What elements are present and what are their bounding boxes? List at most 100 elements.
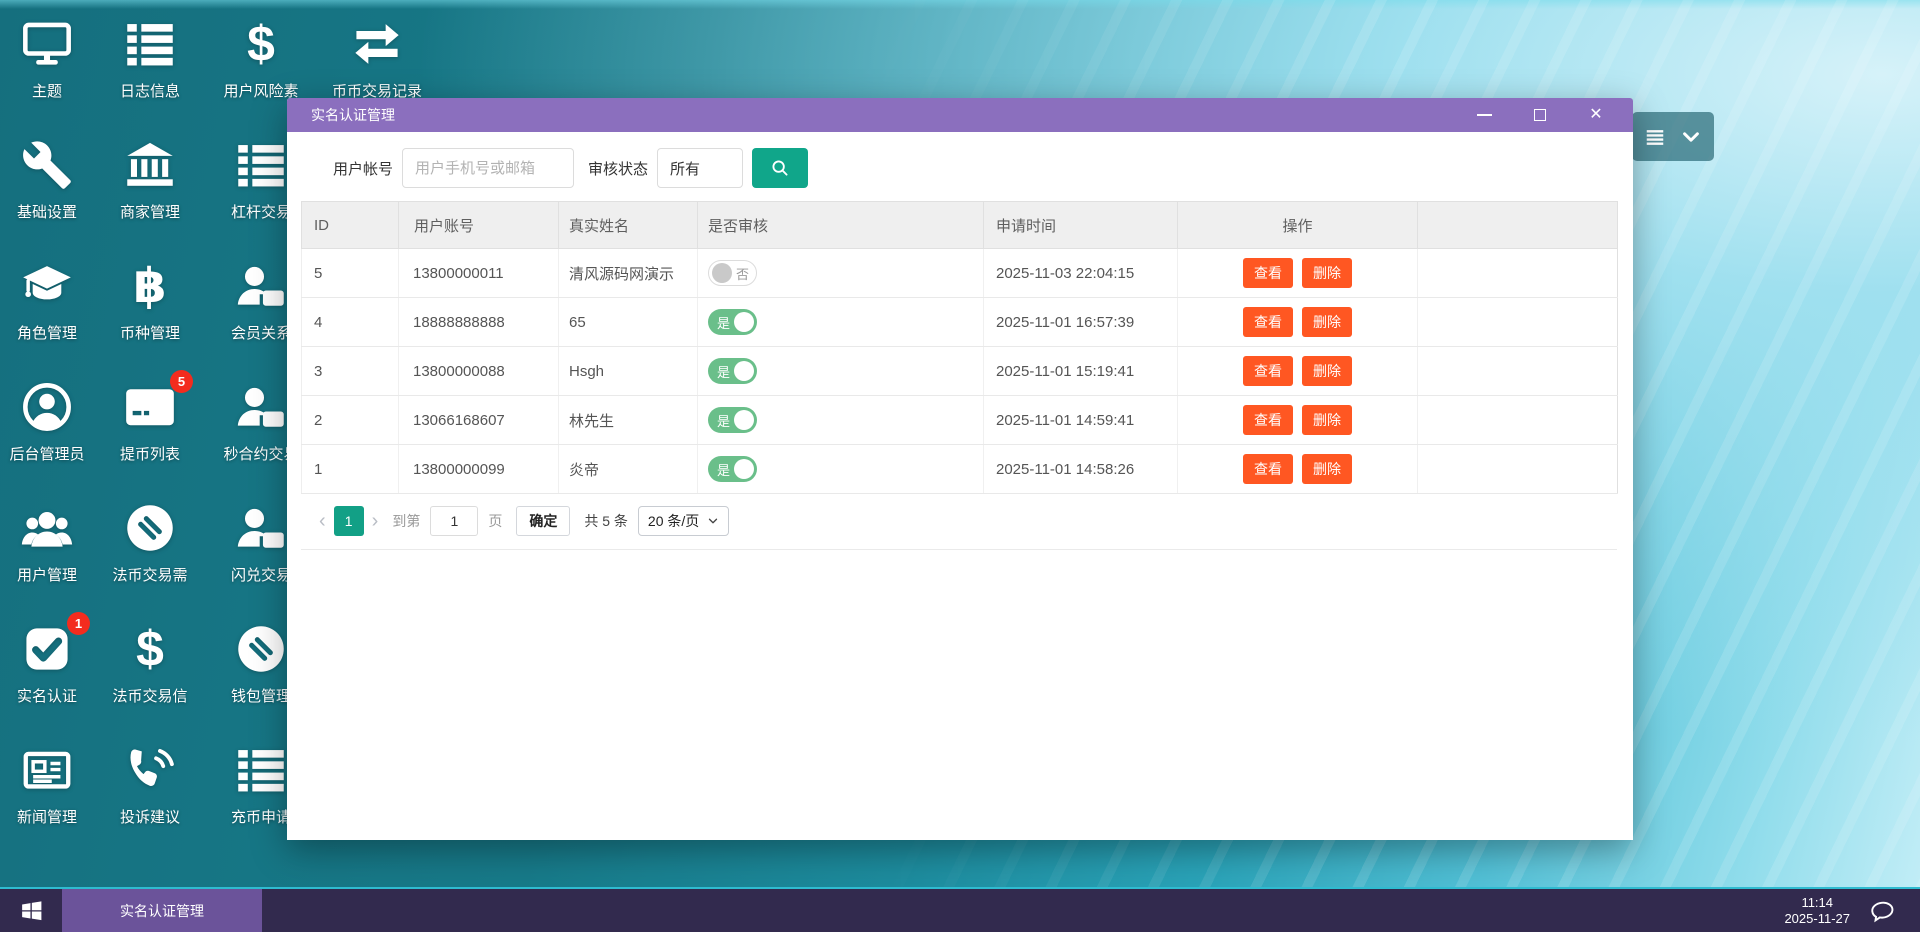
icon-label: 实名认证 [16,688,77,705]
wrench-icon [21,139,73,191]
desktop-icon-basic-settings[interactable]: 基础设置 [0,131,94,252]
start-button[interactable] [0,889,62,932]
desktop-icon-realname-auth[interactable]: 1 实名认证 [0,612,94,736]
view-button[interactable]: 查看 [1243,258,1293,288]
page-size-select[interactable]: 20 条/页 [637,506,730,536]
clock-time: 11:14 [1801,894,1834,910]
close-button[interactable]: ✕ [1585,104,1607,126]
chevron-down-icon [707,515,719,527]
cell-spacer [1417,346,1618,396]
monitor-icon [21,18,73,70]
cell-time: 2025-11-01 15:19:41 [983,346,1178,396]
chevron-down-icon[interactable] [1680,126,1702,148]
page-size-value: 20 条/页 [647,513,700,529]
icon-label: 主题 [31,83,62,100]
cell-account: 13800000099 [398,444,559,494]
view-button[interactable]: 查看 [1243,356,1293,386]
icon-label: 角色管理 [16,325,77,342]
maximize-button[interactable] [1529,104,1551,126]
coin-circle-icon [124,502,176,554]
desktop-icon-merchant[interactable]: 商家管理 [94,131,206,252]
audit-toggle[interactable]: 否 [708,260,757,286]
minimize-button[interactable] [1473,104,1495,126]
prev-page-button[interactable]: ‹ [311,511,334,531]
clock-date: 2025-11-27 [1784,910,1850,926]
delete-button[interactable]: 删除 [1302,307,1352,337]
cell-spacer [1417,248,1618,298]
cell-account: 13066168607 [398,395,559,445]
icon-label: 新闻管理 [16,809,77,826]
search-button[interactable] [752,148,809,188]
desktop-icon-withdrawals[interactable]: 5 提币列表 [94,370,206,494]
cell-id: 2 [301,395,399,445]
window-titlebar[interactable]: 实名认证管理 ✕ [287,98,1633,132]
cell-account: 18888888888 [398,297,559,347]
cell-time: 2025-11-01 14:58:26 [983,444,1178,494]
icon-label: 法币交易需 [112,567,188,584]
desktop-icon-roles[interactable]: 角色管理 [0,252,94,373]
goto-suffix-label: 页 [488,513,503,529]
user-card-icon [235,381,287,433]
desktop-icon-fiat-trust[interactable]: 法币交易信 [94,615,206,736]
desktop-icon-users[interactable]: 用户管理 [0,494,94,615]
account-input[interactable] [402,148,575,188]
pagination-bar: ‹ 1 › 到第 页 确定 共 5 条 20 条/页 [301,494,1617,550]
view-button[interactable]: 查看 [1243,454,1293,484]
menu-icon[interactable] [1644,126,1666,148]
search-icon [769,157,791,179]
header-name: 真实姓名 [558,201,698,249]
view-button[interactable]: 查看 [1243,405,1293,435]
desktop-icon-news[interactable]: 新闻管理 [0,736,94,857]
confirm-page-button[interactable]: 确定 [516,506,571,536]
audit-toggle[interactable]: 是 [708,407,757,433]
bitcoin-icon [124,260,176,312]
desktop-icon-fiat-demand[interactable]: 法币交易需 [94,494,206,615]
desktop-icon-admins[interactable]: 后台管理员 [0,373,94,494]
icon-label: 钱包管理 [230,688,291,705]
delete-button[interactable]: 删除 [1302,405,1352,435]
auth-table: ID 用户账号 真实姓名 是否审核 申请时间 操作 5 13800000011 … [301,201,1618,494]
icon-label: 充币申请 [230,809,291,826]
newspaper-icon [21,744,73,796]
credit-card-icon [124,381,176,433]
quick-panel [1632,112,1714,161]
chat-bubble-icon[interactable] [1868,897,1898,927]
icon-label: 基础设置 [16,204,77,221]
delete-button[interactable]: 删除 [1302,258,1352,288]
icon-label: 投诉建议 [119,809,180,826]
desktop-icon-complaints[interactable]: 投诉建议 [94,736,206,857]
audit-toggle[interactable]: 是 [708,358,757,384]
next-page-button[interactable]: › [364,511,387,531]
dollar-icon [235,18,287,70]
current-page-button[interactable]: 1 [333,506,364,536]
cell-name: 林先生 [558,395,698,445]
desktop-icon-logs[interactable]: 日志信息 [94,10,206,131]
user-card-icon [235,502,287,554]
desktop-icon-theme[interactable]: 主题 [0,10,94,131]
desktop-icon-coins[interactable]: 币种管理 [94,252,206,373]
audit-toggle[interactable]: 是 [708,309,757,335]
goto-prefix-label: 到第 [392,513,421,529]
delete-button[interactable]: 删除 [1302,454,1352,484]
taskbar-item-realname-auth[interactable]: 实名认证管理 [62,889,262,932]
goto-page-input[interactable] [430,506,479,536]
status-select[interactable] [657,148,744,188]
list-icon [235,744,287,796]
cell-name: 炎帝 [558,444,698,494]
cell-time: 2025-11-01 16:57:39 [983,297,1178,347]
cell-id: 1 [301,444,399,494]
desktop: 主题 日志信息 用户风险素 币币交易记录 基础设置 商家管理 杠杆交易 角色管理… [0,0,1920,932]
view-button[interactable]: 查看 [1243,307,1293,337]
cell-name: 65 [558,297,698,347]
user-circle-icon [21,381,73,433]
table-row: 4 18888888888 65 是 2025-11-01 16:57:39 查… [301,297,1618,347]
delete-button[interactable]: 删除 [1302,356,1352,386]
search-toolbar: 用户帐号 审核状态 [287,132,1633,201]
coin-circle-icon [235,623,287,675]
icon-label: 日志信息 [119,83,180,100]
audit-toggle[interactable]: 是 [708,456,757,482]
dollar-icon [124,623,176,675]
header-spacer [1417,201,1618,249]
cell-account: 13800000011 [398,248,559,298]
cell-name: 清风源码网演示 [558,248,698,298]
